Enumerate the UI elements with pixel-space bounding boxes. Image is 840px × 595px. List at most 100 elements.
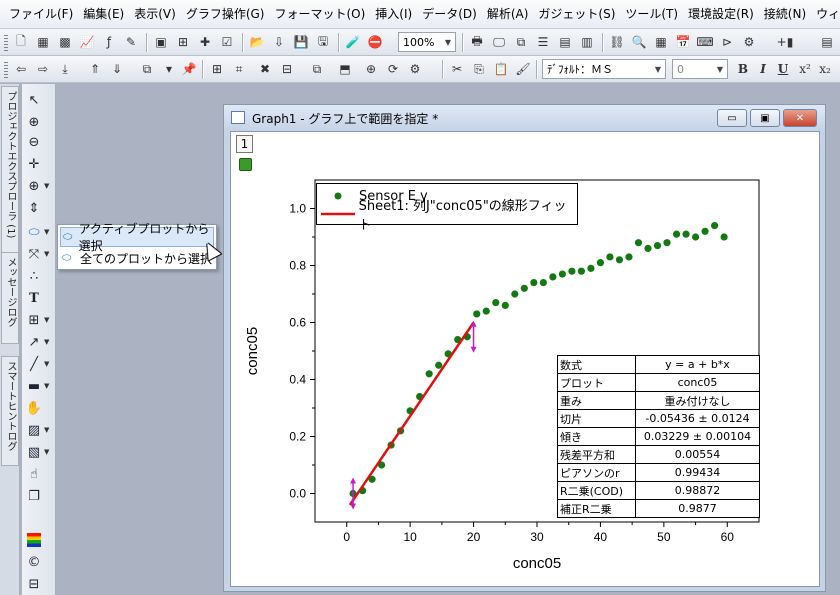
new-excel-icon[interactable]: ⊞ — [174, 33, 192, 51]
gear-icon[interactable]: ⚙ — [406, 60, 424, 78]
color-bar-tool[interactable] — [25, 530, 51, 550]
superscript-button[interactable]: x² — [796, 60, 814, 78]
text-tool[interactable]: T — [25, 288, 51, 308]
open-icon[interactable]: 📂 — [248, 33, 266, 51]
select-from-all-plots[interactable]: ⬭ 全てのプロットから選択 — [60, 248, 214, 268]
overflow-icon[interactable]: ▤ — [818, 33, 836, 51]
draw-data-tool[interactable]: ∴ — [25, 266, 51, 286]
menu-insert[interactable]: 挿入(I) — [370, 0, 417, 29]
pin-icon[interactable]: 📌 — [180, 60, 198, 78]
new-graph-icon[interactable]: 📈 — [78, 33, 96, 51]
arrow-right-icon[interactable]: ⇨ — [34, 60, 52, 78]
tab-message-log[interactable]: メッセージログ — [1, 252, 19, 344]
fit-statistics-table[interactable]: 数式 y = a + b*x プロット conc05 重み 重み付けなし 切片 -0.0543… — [557, 355, 760, 518]
minimize-button[interactable]: ▭ — [717, 109, 747, 127]
italic-button[interactable]: I — [754, 60, 772, 78]
region-select-tool[interactable]: ⬭ ▼ — [25, 222, 51, 242]
menu-data[interactable]: データ(D) — [417, 0, 482, 29]
new-notes-icon[interactable]: ✎ — [122, 33, 140, 51]
graph-image-tool[interactable]: ▧ ▼ — [25, 442, 51, 462]
new-function-icon[interactable]: ƒ — [100, 33, 118, 51]
underline-button[interactable]: U — [774, 60, 792, 78]
data-reader-icon[interactable]: ⌗ — [230, 60, 248, 78]
rescale-icon[interactable]: ▾ — [160, 60, 178, 78]
print-icon[interactable]: 🖶 — [468, 33, 486, 51]
font-size-dropdown[interactable]: 0 ▼ — [672, 59, 728, 79]
line-tool[interactable]: ╱ ▼ — [25, 354, 51, 374]
tab-smart-hint-log[interactable]: スマートヒントログ — [1, 356, 19, 466]
notes-window-icon[interactable]: ▦ — [652, 33, 670, 51]
template-icon[interactable]: ☑ — [218, 33, 236, 51]
new-matrix-icon[interactable]: ▩ — [56, 33, 74, 51]
subscript-button[interactable]: x₂ — [816, 60, 834, 78]
pointer-tool[interactable]: ↖ — [25, 90, 51, 110]
menu-tools[interactable]: ツール(T) — [620, 0, 683, 29]
menu-preferences[interactable]: 環境設定(R) — [683, 0, 759, 29]
menu-edit[interactable]: 編集(E) — [78, 0, 129, 29]
copyright-tool[interactable]: © — [25, 552, 51, 572]
format-painter-icon[interactable]: 🖌 — [514, 60, 532, 78]
select-from-active-plot[interactable]: ⬭ アクティブプロットから選択 — [60, 222, 214, 253]
add-icon[interactable]: ✚ — [196, 33, 214, 51]
scale-icon[interactable]: ⤓ — [56, 60, 74, 78]
arrow-tool[interactable]: ↗ ▼ — [25, 332, 51, 352]
restore-button[interactable]: ▣ — [750, 109, 780, 127]
download-icon[interactable]: ⇩ — [270, 33, 288, 51]
project-explorer-icon[interactable]: ⛓ — [608, 33, 626, 51]
bold-button[interactable]: B — [734, 60, 752, 78]
find-icon[interactable]: 🔍 — [630, 33, 648, 51]
settings-icon[interactable]: ⚙ — [740, 33, 758, 51]
export-icon[interactable]: ⬒ — [336, 60, 354, 78]
code-icon[interactable]: ⊳ — [718, 33, 736, 51]
zoom-dropdown[interactable]: 100% ▼ — [398, 32, 456, 52]
data-reader-tool[interactable]: ✛ — [25, 154, 51, 174]
move-up-icon[interactable]: ⇑ — [86, 60, 104, 78]
menu-gadget[interactable]: ガジェット(S) — [533, 0, 620, 29]
zoom-out-tool[interactable]: ⊖ — [25, 132, 51, 152]
results-log-icon[interactable]: ☰ — [534, 33, 552, 51]
script-window-icon[interactable]: ⌨ — [696, 33, 714, 51]
command-window-icon[interactable]: ▤ — [556, 33, 574, 51]
recalculate-icon[interactable]: 🧪 — [344, 33, 362, 51]
new-project-icon[interactable]: 🗋 — [12, 33, 30, 51]
hand-tool[interactable]: ✋ — [25, 398, 51, 418]
color-plot-icon[interactable]: ⊕ — [362, 60, 380, 78]
refresh-icon[interactable]: ⟳ — [384, 60, 402, 78]
menu-view[interactable]: 表示(V) — [129, 0, 181, 29]
paste-icon[interactable]: 📋 — [492, 60, 510, 78]
toolbar-grip[interactable] — [4, 35, 8, 51]
copy-icon[interactable]: ⎘ — [470, 60, 488, 78]
menu-graph[interactable]: グラフ操作(G) — [181, 0, 270, 29]
menu-file[interactable]: ファイル(F) — [4, 0, 78, 29]
remove-plot-icon[interactable]: ✖ — [256, 60, 274, 78]
image-tool[interactable]: ▨ ▼ — [25, 420, 51, 440]
duplicate-icon[interactable]: ⧉ — [512, 33, 530, 51]
calendar-icon[interactable]: 📅 — [674, 33, 692, 51]
move-down-icon[interactable]: ⇓ — [108, 60, 126, 78]
add-plot-icon[interactable]: ⊞ — [208, 60, 226, 78]
presentation-icon[interactable]: 🖵 — [490, 33, 508, 51]
toolbar-grip[interactable] — [4, 62, 8, 78]
drag-tool[interactable]: ☝ — [25, 464, 51, 484]
menu-format[interactable]: フォーマット(O) — [269, 0, 370, 29]
data-selector-tool[interactable]: ⇕ — [25, 198, 51, 218]
add-column-icon[interactable]: +▮ — [776, 33, 794, 51]
copy-page-icon[interactable]: ⧉ — [308, 60, 326, 78]
annotation-tool[interactable]: ⊞ ▼ — [25, 310, 51, 330]
mask-tool[interactable]: ⤧ ▼ — [25, 244, 51, 264]
layer-tool[interactable]: ❐ — [25, 486, 51, 506]
menu-window[interactable]: ウィ — [811, 0, 840, 29]
rectangle-tool[interactable]: ▬ ▼ — [25, 376, 51, 396]
layer-icon[interactable]: ⧉ — [138, 60, 156, 78]
arrow-left-icon[interactable]: ⇦ — [12, 60, 30, 78]
save-template-icon[interactable]: 🖫 — [314, 33, 332, 51]
zoom-tool[interactable]: ⊕ — [25, 112, 51, 132]
save-icon[interactable]: 💾 — [292, 33, 310, 51]
plot-setup-icon[interactable]: ⊟ — [278, 60, 296, 78]
menu-connectivity[interactable]: 接続(N) — [759, 0, 811, 29]
cut-icon[interactable]: ✂ — [448, 60, 466, 78]
new-workbook-icon[interactable]: ▦ — [34, 33, 52, 51]
tab-project-explorer[interactable]: プロジェクトエクスプローラ (1) — [1, 86, 19, 256]
code-builder-icon[interactable]: ▥ — [578, 33, 596, 51]
new-layout-icon[interactable]: ▣ — [152, 33, 170, 51]
